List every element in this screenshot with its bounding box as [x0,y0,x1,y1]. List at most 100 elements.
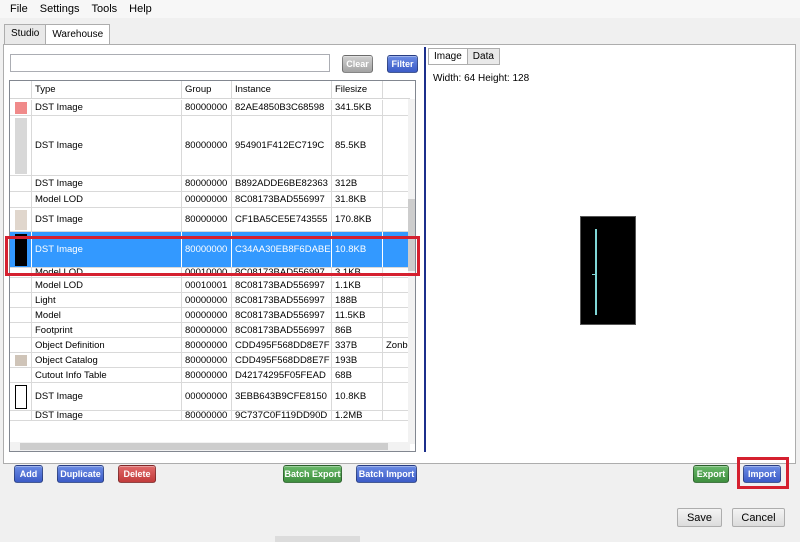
thumbnail-image [14,101,27,114]
header-group[interactable]: Group [182,81,232,98]
filter-button[interactable]: Filter [387,55,418,73]
row-thumbnail [10,308,32,322]
row-extra [383,278,410,292]
tab-data[interactable]: Data [466,48,500,65]
row-group: 80000000 [182,116,232,175]
header-type[interactable]: Type [32,81,182,98]
tab-warehouse[interactable]: Warehouse [45,24,111,45]
row-instance: 82AE4850B3C68598 [232,100,332,115]
batch-import-button[interactable]: Batch Import [356,465,417,483]
row-type: DST Image [32,383,182,410]
table-row[interactable]: DST Image 80000000 CF1BA5CE5E743555 170.8KB [10,208,410,232]
row-instance: CDD495F568DD8E7F [232,338,332,352]
table-row[interactable]: DST Image 80000000 954901F412EC719C 85.5KB [10,116,410,176]
table-row[interactable]: Object Definition 80000000 CDD495F568DD8E7… [10,338,410,353]
menu-bar: File Settings Tools Help [0,0,800,18]
horizontal-scroll-thumb[interactable] [20,443,388,450]
duplicate-button[interactable]: Duplicate [57,465,104,483]
row-group: 00000000 [182,383,232,410]
row-filesize: 337B [332,338,383,352]
row-extra [383,308,410,322]
add-button[interactable]: Add [14,465,43,483]
table-row[interactable]: Model LOD 00010001 8C08173BAD556997 1.1KB [10,278,410,293]
row-group: 80000000 [182,353,232,367]
row-filesize: 188B [332,293,383,307]
header-thumb [10,81,32,98]
cancel-button[interactable]: Cancel [732,508,785,527]
table-row[interactable]: DST Image 80000000 B892ADDE6BE82363 312B [10,176,410,192]
menu-settings[interactable]: Settings [34,3,86,15]
row-instance: B892ADDE6BE82363 [232,176,332,191]
table-row[interactable]: Model 00000000 8C08173BAD556997 11.5KB [10,308,410,323]
row-instance: 8C08173BAD556997 [232,293,332,307]
row-extra [383,176,410,191]
row-thumbnail [10,383,32,410]
row-type: DST Image [32,100,182,115]
export-button[interactable]: Export [693,465,729,483]
tab-studio[interactable]: Studio [4,24,47,44]
thumbnail-image [14,384,27,409]
row-type: DST Image [32,208,182,231]
menu-help[interactable]: Help [123,3,158,15]
row-filesize: 11.5KB [332,308,383,322]
table-row[interactable]: Footprint 80000000 8C08173BAD556997 86B [10,323,410,338]
header-instance[interactable]: Instance [232,81,332,98]
row-filesize: 170.8KB [332,208,383,231]
row-group: 00000000 [182,308,232,322]
row-instance: 9C737C0F119DD90D [232,411,332,420]
row-group: 00000000 [182,192,232,207]
row-extra [383,323,410,337]
table-row[interactable]: DST Image 80000000 82AE4850B3C68598 341.5KB [10,100,410,116]
grid-header: Type Group Instance Filesize [10,81,410,99]
row-instance: 954901F412EC719C [232,116,332,175]
menu-tools[interactable]: Tools [85,3,123,15]
row-extra [383,208,410,231]
row-type: DST Image [32,176,182,191]
row-group: 00000000 [182,293,232,307]
table-row[interactable]: Cutout Info Table 80000000 D42174295F05FEA… [10,368,410,383]
row-type: Object Catalog [32,353,182,367]
row-type: Light [32,293,182,307]
row-group: 00010001 [182,278,232,292]
selected-row-highlight [5,236,420,276]
row-filesize: 341.5KB [332,100,383,115]
row-filesize: 312B [332,176,383,191]
header-filesize[interactable]: Filesize [332,81,383,98]
table-row[interactable]: Object Catalog 80000000 CDD495F568DD8E7F 19… [10,353,410,368]
batch-export-button[interactable]: Batch Export [283,465,342,483]
row-thumbnail [10,100,32,115]
clear-button[interactable]: Clear [342,55,373,73]
preview-tabs: Image Data [428,48,500,65]
row-group: 80000000 [182,368,232,382]
row-instance: CF1BA5CE5E743555 [232,208,332,231]
table-row[interactable]: Light 00000000 8C08173BAD556997 188B [10,293,410,308]
row-thumbnail [10,278,32,292]
row-instance: D42174295F05FEAD [232,368,332,382]
row-thumbnail [10,323,32,337]
row-thumbnail [10,338,32,352]
row-filesize: 193B [332,353,383,367]
row-type: Object Definition [32,338,182,352]
thumbnail-image [14,117,27,174]
save-button[interactable]: Save [677,508,722,527]
row-thumbnail [10,176,32,191]
row-instance: CDD495F568DD8E7F [232,353,332,367]
table-row[interactable]: Model LOD 00000000 8C08173BAD556997 31.8KB [10,192,410,208]
tab-image[interactable]: Image [428,48,468,65]
header-extra[interactable] [383,81,410,98]
menu-file[interactable]: File [4,3,34,15]
main-tabs: Studio Warehouse [4,24,111,45]
horizontal-scrollbar[interactable] [10,442,410,451]
row-extra [383,100,410,115]
row-type: DST Image [32,411,182,420]
row-type: DST Image [32,116,182,175]
table-row[interactable]: DST Image 00000000 3EBB643B9CFE8150 10.8KB [10,383,410,411]
search-input[interactable] [10,54,330,72]
row-extra [383,192,410,207]
table-row[interactable]: DST Image 80000000 9C737C0F119DD90D 1.2MB [10,411,410,421]
row-instance: 8C08173BAD556997 [232,278,332,292]
splitter[interactable] [424,47,426,452]
row-extra [383,383,410,410]
delete-button[interactable]: Delete [118,465,156,483]
row-thumbnail [10,116,32,175]
